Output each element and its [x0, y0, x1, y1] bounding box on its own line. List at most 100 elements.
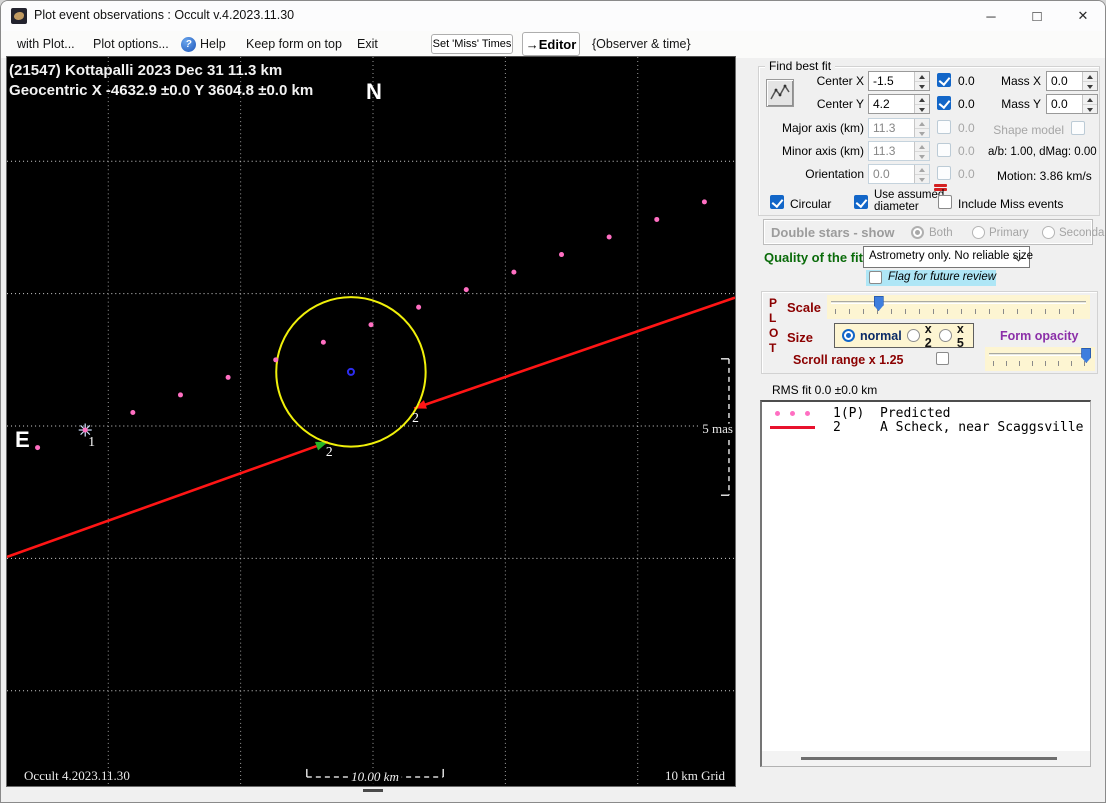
mas-scale-label: 5 mas: [702, 421, 733, 436]
minimize-button[interactable]: ─: [968, 1, 1014, 31]
menu-help[interactable]: Help: [200, 37, 226, 51]
circular-checkbox[interactable]: [770, 195, 784, 209]
use-assumed-diameter-checkbox[interactable]: [854, 195, 868, 209]
slider-ticks: [835, 309, 1084, 314]
spin-down-icon: [915, 151, 929, 160]
quality-label: Quality of the fit: [764, 250, 863, 265]
predicted-dot-swatch: [790, 411, 795, 416]
plot-hscroll-thumb[interactable]: [363, 789, 383, 792]
predicted-position-dot: [463, 287, 469, 293]
asteroid-center-dot: [346, 367, 355, 376]
spin-up-icon[interactable]: [1083, 72, 1097, 82]
double-stars-primary-label: Primary: [989, 227, 1029, 239]
editor-button[interactable]: →Editor: [522, 32, 580, 56]
center-x-lock-checkbox[interactable]: [937, 73, 951, 87]
chord-d-label: 2: [326, 444, 333, 459]
size-radio-normal[interactable]: [842, 329, 855, 342]
observed-chord-line: [413, 296, 735, 410]
spin-down-icon[interactable]: [1083, 81, 1097, 90]
plot-letter-l: L: [769, 311, 777, 325]
menu-plot-options[interactable]: Plot options...: [93, 37, 169, 51]
predicted-position-dot: [368, 322, 374, 328]
motion-label: Motion: 3.86 km/s: [997, 169, 1092, 183]
legend-row-label: Predicted: [880, 406, 951, 421]
spin-up-icon[interactable]: [915, 72, 929, 82]
major-axis-lock-checkbox: [937, 120, 951, 134]
orientation-spinner: 0.0: [868, 164, 930, 184]
minor-axis-label: Minor axis (km): [781, 144, 864, 158]
include-miss-events-checkbox[interactable]: [938, 195, 952, 209]
mass-x-spinner[interactable]: 0.0: [1046, 71, 1098, 91]
double-stars-radio-both: [911, 226, 924, 239]
slider-track: [989, 353, 1091, 356]
scale-slider[interactable]: [827, 295, 1090, 319]
observer-time-label: {Observer & time}: [592, 37, 691, 51]
major-axis-lock-label: 0.0: [958, 121, 975, 135]
red-equals-icon: [934, 184, 947, 187]
major-axis-spinner: 11.3: [868, 118, 930, 138]
star-marker-label: 1: [88, 434, 95, 449]
spin-up-icon: [915, 142, 929, 152]
legend-box[interactable]: 1(P) Predicted 2 A Scheck, near Scaggsvi…: [760, 400, 1091, 767]
center-x-lock-label: 0.0: [958, 74, 975, 88]
legend-row-key: 2: [833, 420, 841, 435]
quality-combobox[interactable]: Astrometry only. No reliable size: [863, 246, 1033, 268]
shape-model-label: Shape model: [993, 123, 1064, 137]
menu-keep-on-top[interactable]: Keep form on top: [246, 37, 342, 51]
plot-letter-p: P: [769, 296, 778, 310]
close-button[interactable]: ✕: [1060, 1, 1105, 31]
mass-x-label: Mass X: [1000, 74, 1041, 88]
mass-x-value: 0.0: [1051, 74, 1068, 88]
set-miss-times-button[interactable]: Set 'Miss' Times: [431, 34, 513, 54]
menu-exit[interactable]: Exit: [357, 37, 378, 51]
scroll-range-checkbox[interactable]: [936, 352, 949, 365]
size-radio-x5[interactable]: [938, 329, 952, 342]
plot-area[interactable]: (21547) Kottapalli 2023 Dec 31 11.3 km G…: [6, 56, 736, 787]
predicted-position-dot: [225, 374, 231, 380]
minor-axis-lock-checkbox: [937, 143, 951, 157]
major-axis-value: 11.3: [873, 121, 896, 135]
predicted-position-dot: [606, 234, 612, 240]
best-fit-chart-icon: [770, 84, 790, 100]
minor-axis-value: 11.3: [873, 144, 896, 158]
center-y-lock-checkbox[interactable]: [937, 96, 951, 110]
center-y-spinner[interactable]: 4.2: [868, 94, 930, 114]
spin-up-icon[interactable]: [1083, 95, 1097, 105]
flag-review-checkbox[interactable]: [869, 271, 882, 284]
chord-line-swatch: [770, 426, 815, 429]
opacity-slider[interactable]: [985, 347, 1095, 371]
shape-model-checkbox: [1071, 121, 1085, 135]
menu-with-plot[interactable]: with Plot...: [17, 37, 75, 51]
best-fit-button[interactable]: [766, 79, 794, 107]
legend-hscrollbar[interactable]: [762, 751, 1090, 766]
double-stars-group: Double stars - show Both Primary Seconda…: [763, 219, 1105, 245]
compass-north-label: N: [366, 79, 382, 104]
double-stars-title: Double stars - show: [771, 225, 895, 240]
app-icon: [11, 8, 27, 24]
find-best-fit-title: Find best fit: [765, 59, 836, 73]
maximize-button[interactable]: □: [1014, 1, 1060, 31]
include-miss-events-label: Include Miss events: [958, 197, 1064, 211]
center-x-spinner[interactable]: -1.5: [868, 71, 930, 91]
predicted-position-dot: [35, 445, 41, 451]
help-icon[interactable]: ?: [181, 37, 196, 52]
spin-up-icon[interactable]: [915, 95, 929, 105]
orientation-label: Orientation: [805, 167, 864, 181]
right-panel: Find best fit Center X -1.5 0.0 Mass X 0…: [756, 59, 1105, 802]
form-opacity-label: Form opacity: [1000, 329, 1079, 343]
predicted-position-dot: [654, 216, 660, 222]
chord-r-label: 2: [412, 410, 419, 425]
circular-label: Circular: [790, 197, 832, 211]
legend-hscroll-thumb[interactable]: [801, 757, 1057, 760]
app-window: Plot event observations : Occult v.4.202…: [0, 0, 1106, 803]
mass-y-spinner[interactable]: 0.0: [1046, 94, 1098, 114]
spin-up-icon: [915, 165, 929, 175]
plot-letter-o: O: [769, 326, 779, 340]
center-y-label: Center Y: [816, 97, 864, 111]
spin-down-icon[interactable]: [1083, 104, 1097, 113]
spin-down-icon[interactable]: [915, 81, 929, 90]
size-radio-x2[interactable]: [906, 329, 920, 342]
spin-down-icon[interactable]: [915, 104, 929, 113]
predicted-dot-swatch: [805, 411, 810, 416]
spin-up-icon: [915, 119, 929, 129]
